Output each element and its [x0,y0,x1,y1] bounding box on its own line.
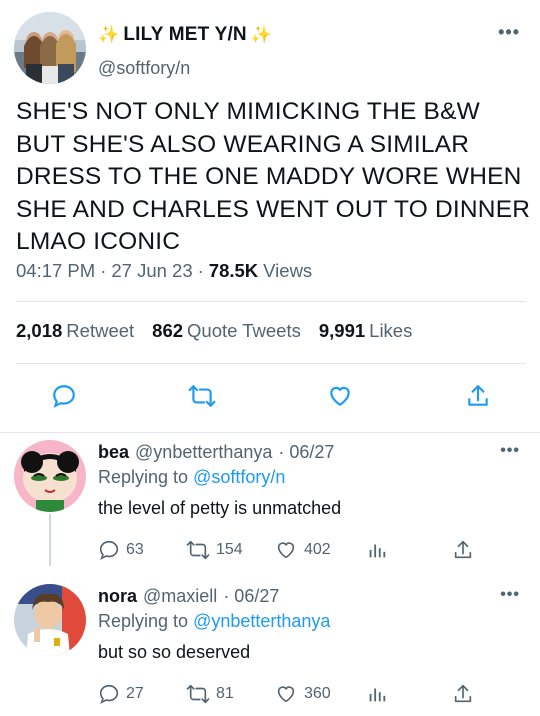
retweet-icon [186,684,210,704]
reply-author-handle[interactable]: @ynbetterthanya [135,442,272,463]
tweet-meta: 04:17 PM · 27 Jun 23 · 78.5K Views [16,260,312,282]
tweet-time: 04:17 PM [16,260,96,281]
replying-to-handle[interactable]: @softfory/n [193,467,285,487]
reply-icon [99,540,119,560]
like-icon[interactable] [324,378,356,414]
retweet-count: 154 [216,541,243,558]
more-options-icon[interactable]: ••• [500,586,520,604]
replying-to-prefix: Replying to [98,611,189,631]
reply-avatar[interactable] [14,584,86,656]
retweets-stat[interactable]: 2,018 Retweet [16,320,134,342]
author-display-name[interactable]: ✨ LILY MET Y/N ✨ [98,24,272,46]
reply-author-name[interactable]: bea [98,442,129,463]
sparkle-right-icon: ✨ [250,25,273,44]
quotes-count: 862 [152,320,184,341]
share-button[interactable] [452,539,474,561]
like-count: 360 [304,685,331,702]
share-icon [454,684,472,703]
reply-actions: 63 154 402 [98,539,518,563]
meta-separator: · [100,260,107,281]
retweet-icon[interactable] [186,378,218,414]
likes-label: Likes [369,320,413,341]
retweet-icon [186,540,210,560]
tweet-date: 27 Jun 23 [111,260,193,281]
reply-avatar[interactable] [14,440,86,512]
views-count: 78.5K [208,260,259,281]
retweets-label: Retweet [66,320,135,341]
quotes-label: Quote Tweets [187,320,301,341]
retweet-button[interactable]: 81 [186,683,234,705]
like-icon [277,686,295,703]
reply-header: nora @maxiell · 06/27 [98,586,279,607]
reply-author-handle[interactable]: @maxiell [143,586,217,607]
retweets-count: 2,018 [16,320,63,341]
reply-actions: 27 81 360 [98,683,518,707]
more-options-icon[interactable]: ••• [500,442,520,460]
sparkle-left-icon: ✨ [98,25,120,44]
reply-header: bea @ynbetterthanya · 06/27 [98,442,334,463]
retweet-count: 81 [216,685,234,702]
divider [16,363,526,364]
tweet-actions [0,378,540,418]
likes-count: 9,991 [318,320,366,341]
reply-tweet[interactable]: nora @maxiell · 06/27 ••• Replying to @y… [0,576,540,716]
share-icon [454,540,472,559]
more-options-icon[interactable]: ••• [498,22,520,43]
reply-date: · 06/27 [223,586,280,606]
author-handle[interactable]: @softfory/n [98,58,190,79]
analytics-button[interactable] [366,683,388,705]
reply-date: · 06/27 [278,442,335,462]
reply-author-name[interactable]: nora [98,586,137,607]
like-icon [277,542,295,559]
meta-separator: · [197,260,204,281]
reply-tweet[interactable]: bea @ynbetterthanya · 06/27 ••• Replying… [0,432,540,570]
quotes-stat[interactable]: 862 Quote Tweets [152,320,301,342]
like-button[interactable]: 360 [274,683,331,705]
reply-button[interactable]: 27 [98,683,144,705]
views-label: Views [263,260,313,281]
tweet-text: SHE'S NOT ONLY MIMICKING THE B&W BUT SHE… [16,98,531,255]
replying-to-handle[interactable]: @ynbetterthanya [193,611,330,631]
likes-stat[interactable]: 9,991 Likes [319,320,413,342]
reply-icon[interactable] [48,378,80,414]
reply-button[interactable]: 63 [98,539,144,561]
retweet-button[interactable]: 154 [186,539,243,561]
replying-to: Replying to @softfory/n [98,467,285,488]
author-avatar[interactable] [14,12,86,84]
reply-text: but so so deserved [98,642,251,662]
analytics-button[interactable] [366,539,388,561]
reply-count: 27 [126,685,144,702]
analytics-icon [369,688,386,702]
like-button[interactable]: 402 [274,539,331,561]
replying-to-prefix: Replying to [98,467,189,487]
like-count: 402 [304,541,331,558]
main-tweet: ✨ LILY MET Y/N ✨ @softfory/n ••• SHE'S N… [0,0,540,432]
reply-count: 63 [126,541,144,558]
display-name-text: LILY MET Y/N [123,24,247,45]
replying-to: Replying to @ynbetterthanya [98,611,330,632]
divider [16,301,526,302]
share-button[interactable] [452,683,474,705]
thread-connector-line [49,514,51,566]
analytics-icon [369,544,386,558]
tweet-stats: 2,018 Retweet 862 Quote Tweets 9,991 Likes [16,320,412,342]
share-icon[interactable] [462,378,494,414]
reply-text: the level of petty is unmatched [98,498,342,518]
reply-icon [99,684,119,704]
